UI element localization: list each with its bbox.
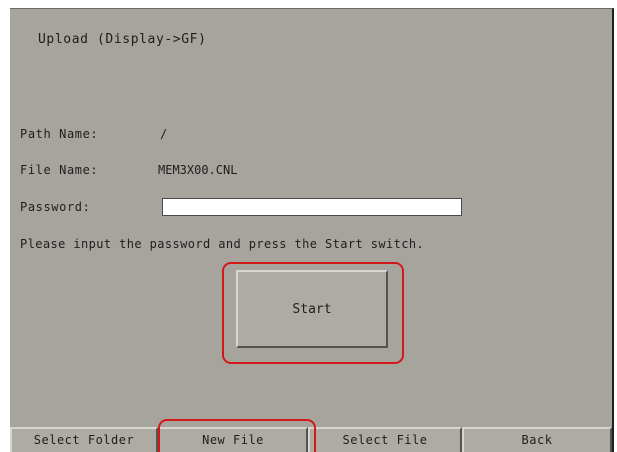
file-name-value: MEM3X00.CNL <box>158 163 238 177</box>
path-name-label: Path Name: <box>20 127 99 141</box>
screen-title: Upload (Display->GF) <box>38 32 207 47</box>
upload-screen: Upload (Display->GF) Path Name: / File N… <box>10 8 614 452</box>
new-file-button[interactable]: New File <box>158 427 308 452</box>
password-field[interactable] <box>162 198 462 216</box>
path-name-value: / <box>160 127 168 141</box>
select-file-button[interactable]: Select File <box>308 427 462 452</box>
select-folder-button[interactable]: Select Folder <box>10 427 158 452</box>
password-label: Password: <box>20 200 91 214</box>
file-name-label: File Name: <box>20 163 99 177</box>
bottom-button-bar: Select Folder New File Select File Back <box>10 427 612 452</box>
back-button[interactable]: Back <box>462 427 612 452</box>
start-button[interactable]: Start <box>236 270 388 348</box>
instruction-text: Please input the password and press the … <box>20 237 425 251</box>
